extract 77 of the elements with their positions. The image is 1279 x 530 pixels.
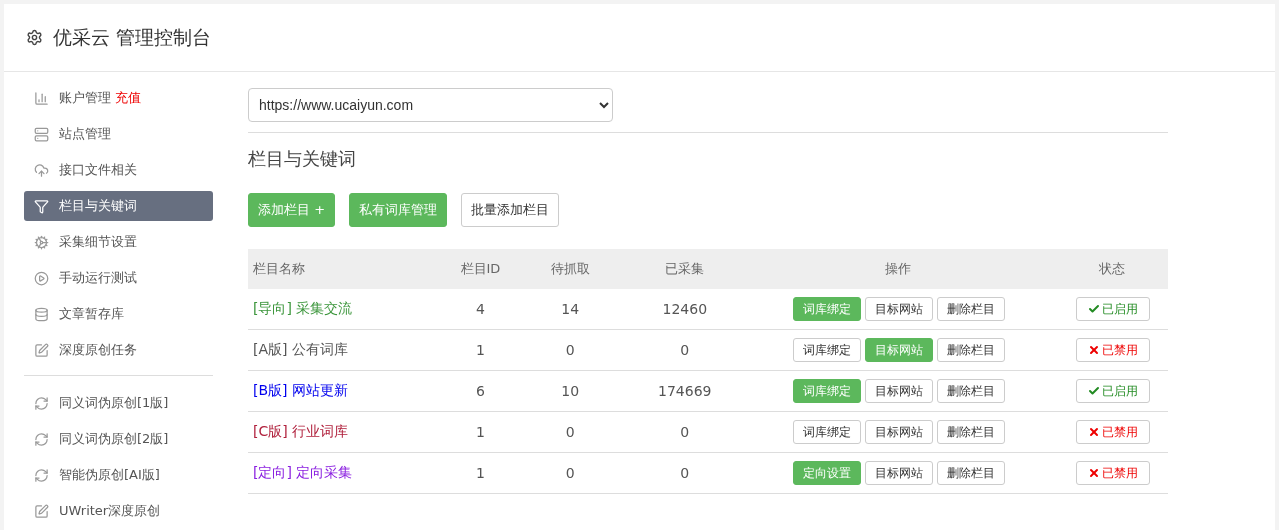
status-button[interactable]: 已禁用 (1075, 420, 1150, 444)
close-icon (1087, 344, 1100, 356)
category-name: [B版] 网站更新 (248, 370, 451, 412)
page-title: 优采云 管理控制台 (53, 24, 212, 50)
play-icon (34, 270, 49, 286)
gears-icon (34, 234, 49, 250)
table-cell: 0 (630, 452, 741, 494)
table-cell: 1 (450, 329, 512, 371)
site-select[interactable]: https://www.ucaiyun.com (248, 88, 613, 122)
refresh-icon (34, 467, 49, 483)
table-cell: 174669 (630, 370, 741, 412)
status-button[interactable]: 已禁用 (1075, 338, 1150, 362)
status-button[interactable]: 已启用 (1075, 379, 1150, 403)
row-action-button[interactable]: 目标网站 (864, 420, 933, 444)
sidebar-item[interactable]: 栏目与关键词 (24, 191, 213, 221)
row-action-button[interactable]: 删除栏目 (936, 379, 1005, 403)
row-action-button[interactable]: 目标网站 (864, 461, 933, 485)
sidebar-item[interactable]: UWriter深度原创 (24, 496, 213, 526)
database-icon (34, 306, 49, 322)
table-cell: 0 (511, 452, 631, 494)
server-icon (34, 126, 49, 142)
category-name: [定向] 定向采集 (248, 452, 451, 494)
table-cell: 0 (511, 411, 631, 453)
sidebar-item[interactable]: 接口文件相关 (24, 155, 213, 185)
row-action-button[interactable]: 删除栏目 (936, 461, 1005, 485)
refresh-icon (34, 431, 49, 447)
category-name: [C版] 行业词库 (248, 411, 451, 453)
cloud-icon (34, 162, 49, 178)
settings-icon (26, 29, 43, 46)
column-header: 状态 (1057, 249, 1168, 289)
table-cell: 1 (450, 411, 512, 453)
table-cell: 1 (450, 452, 512, 494)
sidebar-item[interactable]: 手动运行测试 (24, 263, 213, 293)
category-name: [导向] 采集交流 (248, 289, 451, 330)
sidebar-item[interactable]: 深度原创任务 (24, 335, 213, 365)
table-cell: 0 (630, 329, 741, 371)
row-action-button[interactable]: 删除栏目 (936, 338, 1005, 362)
column-header: 栏目名称 (248, 249, 451, 289)
row-action-button[interactable]: 删除栏目 (936, 297, 1005, 321)
column-header: 操作 (740, 249, 1058, 289)
sidebar-item[interactable]: 采集细节设置 (24, 227, 213, 257)
close-icon (1087, 426, 1100, 438)
check-icon (1087, 385, 1100, 397)
sidebar-item[interactable]: 账户管理 充值 (24, 83, 213, 113)
chart-icon (34, 90, 49, 106)
sidebar-item[interactable]: 智能伪原创[AI版] (24, 460, 213, 490)
status-button[interactable]: 已禁用 (1075, 461, 1150, 485)
sidebar-item[interactable]: 文章暂存库 (24, 299, 213, 329)
table-cell: 10 (511, 370, 631, 412)
status-button[interactable]: 已启用 (1075, 297, 1150, 321)
sidebar-item[interactable]: 同义词伪原创[2版] (24, 424, 213, 454)
close-icon (1087, 467, 1100, 479)
edit-icon (34, 503, 49, 519)
refresh-icon (34, 395, 49, 411)
table-cell: 14 (511, 289, 631, 330)
column-header: 栏目ID (450, 249, 512, 289)
row-action-button[interactable]: 删除栏目 (936, 420, 1005, 444)
sidebar-item[interactable]: 站点管理 (24, 119, 213, 149)
action-button[interactable]: 批量添加栏目 (461, 193, 560, 227)
table-cell: 4 (450, 289, 512, 330)
edit-icon (34, 342, 49, 358)
row-action-button[interactable]: 词库绑定 (792, 420, 861, 444)
filter-icon (34, 198, 49, 214)
row-action-button[interactable]: 词库绑定 (792, 338, 861, 362)
row-action-button[interactable]: 目标网站 (864, 379, 933, 403)
table-cell: 0 (630, 411, 741, 453)
section-title: 栏目与关键词 (248, 147, 357, 171)
category-name: [A版] 公有词库 (248, 329, 451, 371)
recharge-link[interactable]: 充值 (115, 89, 141, 107)
table-cell: 0 (511, 329, 631, 371)
column-header: 待抓取 (511, 249, 631, 289)
sidebar-item[interactable]: 同义词伪原创[1版] (24, 388, 213, 418)
table-cell: 6 (450, 370, 512, 412)
column-header: 已采集 (630, 249, 741, 289)
row-action-button[interactable]: 目标网站 (864, 297, 933, 321)
check-icon (1087, 303, 1100, 315)
table-cell: 12460 (630, 289, 741, 330)
